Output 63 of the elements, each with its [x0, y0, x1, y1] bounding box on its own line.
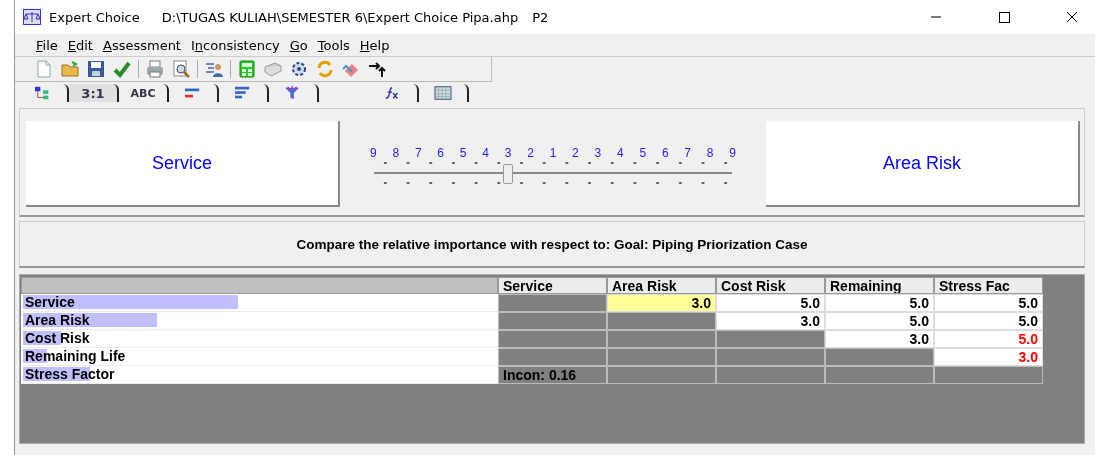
scale-label: 2 [572, 146, 579, 160]
scale-label: 4 [617, 146, 624, 160]
slider-thumb[interactable] [503, 164, 514, 184]
app-icon [23, 9, 41, 25]
scale-label: 4 [482, 146, 489, 160]
scale-label: 3 [504, 146, 512, 160]
slider-track[interactable] [374, 160, 732, 182]
table-cell[interactable]: 3.0 [825, 330, 934, 348]
scale-label: 8 [392, 146, 400, 160]
scale-label: 7 [414, 146, 422, 160]
table-cell[interactable]: 5.0 [825, 312, 934, 330]
scale-label: 1 [549, 146, 557, 160]
arrows-icon[interactable] [367, 59, 387, 79]
scale-label: 7 [684, 146, 692, 160]
menu-item[interactable]: Edit [62, 37, 98, 53]
grid-icon [433, 85, 453, 101]
table-cell[interactable]: 5.0 [934, 330, 1043, 348]
calculator-icon[interactable] [237, 59, 257, 79]
table-cell[interactable]: 5.0 [825, 294, 934, 312]
node-name: P2 [532, 9, 549, 25]
prompt-text: Compare the relative importance with respect to: Goal: Piping Priorization Case [296, 236, 808, 252]
row-label: Remaining Life [24, 348, 127, 365]
print-preview-icon[interactable] [171, 59, 191, 79]
row-label: Cost Risk [24, 330, 91, 347]
scale-label: 6 [437, 146, 445, 160]
scale-label: 9 [729, 146, 736, 160]
menu-item[interactable]: File [31, 37, 63, 53]
menu-item[interactable]: Help [354, 37, 395, 53]
save-icon[interactable] [86, 59, 106, 79]
menu-item[interactable]: Tools [312, 37, 355, 53]
scale-label: 3 [594, 146, 602, 160]
column-header: Stress Fac [934, 277, 1043, 294]
inconsistency-ratio: Incon: 0.16 [498, 366, 607, 384]
row-label: Service [24, 294, 76, 311]
app-name: Expert Choice [49, 9, 140, 25]
row-label: Area Risk [24, 312, 91, 329]
menu-item[interactable]: Assessment [97, 37, 186, 53]
scale-label: 5 [639, 146, 647, 160]
menu-item[interactable]: Inconsistency [185, 37, 285, 53]
gear-icon[interactable] [289, 59, 309, 79]
table-cell[interactable]: 5.0 [934, 294, 1043, 312]
right-element[interactable]: Area Risk [766, 121, 1080, 207]
left-element[interactable]: Service [26, 121, 340, 207]
scale-label: 9 [370, 146, 377, 160]
table-cell[interactable]: 3.0 [934, 348, 1043, 366]
tab[interactable]: 3:1 [69, 84, 119, 102]
column-header: Cost Risk [716, 277, 825, 294]
column-header: Service [498, 277, 607, 294]
column-header: Area Risk [607, 277, 716, 294]
table-cell[interactable]: 5.0 [716, 294, 825, 312]
row-label: Stress Factor [24, 366, 116, 383]
table-cell[interactable]: 3.0 [716, 312, 825, 330]
scale-label: 5 [459, 146, 467, 160]
column-header: Remaining [825, 277, 934, 294]
scale-label: 6 [661, 146, 669, 160]
menu-item[interactable]: Go [284, 37, 313, 53]
table-cell[interactable]: 3.0 [607, 294, 716, 312]
file-path: D:\TUGAS KULIAH\SEMESTER 6\Expert Choice Pipa.ahp [161, 9, 519, 25]
printer-icon[interactable] [145, 59, 165, 79]
scale-label: 8 [706, 146, 714, 160]
table-cell[interactable]: 5.0 [934, 312, 1043, 330]
open-folder-icon[interactable] [60, 59, 80, 79]
scale-label: 2 [527, 146, 534, 160]
